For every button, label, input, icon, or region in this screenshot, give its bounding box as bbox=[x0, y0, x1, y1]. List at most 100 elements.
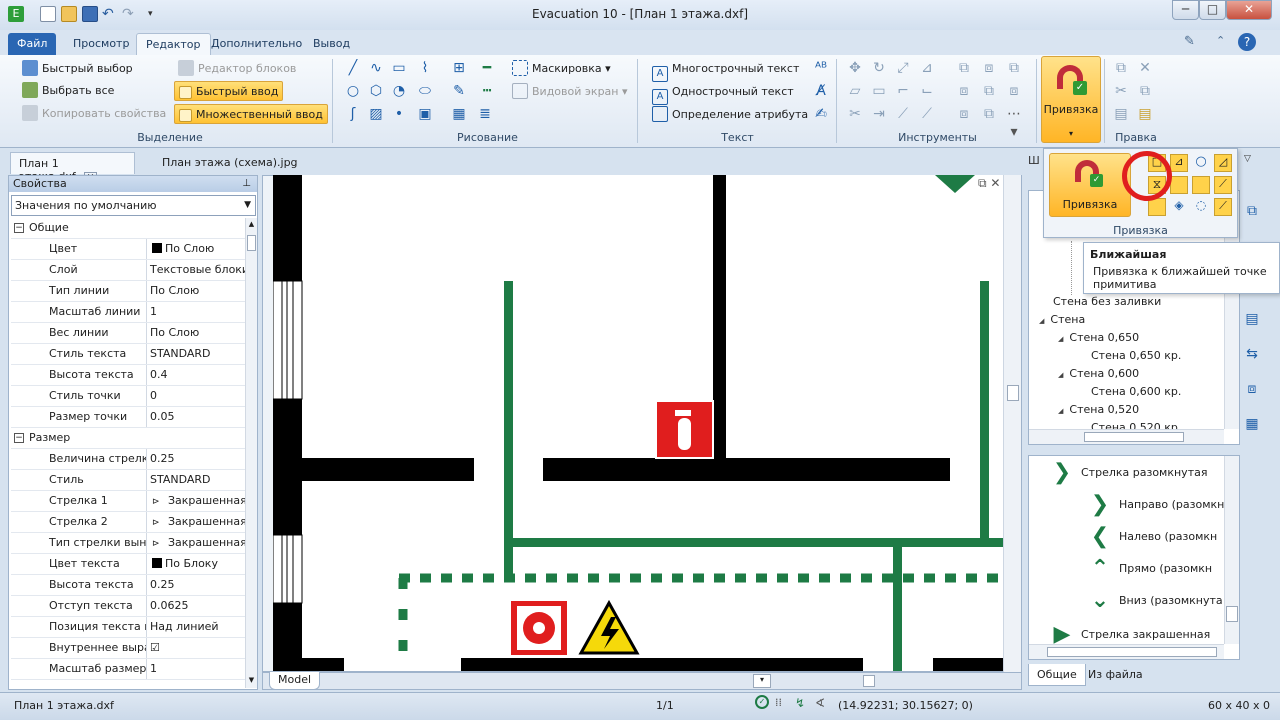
layer-item[interactable]: ◢ Стена 0,520 bbox=[1058, 403, 1139, 416]
snap-midpoint-icon[interactable]: ⊿ bbox=[1170, 154, 1188, 172]
block-item[interactable]: ❮ Налево (разомкн bbox=[1085, 524, 1217, 554]
polygon-tool-icon[interactable]: ⬡ bbox=[367, 82, 385, 100]
tab-output[interactable]: Вывод bbox=[304, 33, 359, 55]
snap-extension-icon[interactable] bbox=[1192, 176, 1210, 194]
property-row[interactable]: Тип линии По Слою bbox=[11, 281, 247, 302]
copy-tool-icon[interactable]: ⧉ bbox=[955, 59, 973, 77]
multi-input-button[interactable]: Множественный ввод bbox=[174, 104, 328, 124]
property-row[interactable]: Величина стрелки 0.25 bbox=[11, 449, 247, 470]
layers-hscrollbar[interactable] bbox=[1029, 429, 1224, 444]
viewport-button[interactable]: Видовой экран ▾ bbox=[512, 82, 628, 102]
paste-special-icon[interactable]: ⧉ bbox=[1136, 82, 1154, 100]
mirror-icon[interactable]: ⊿ bbox=[918, 59, 936, 77]
property-value[interactable]: ⊳ Закрашенная bbox=[148, 512, 247, 532]
layer-item[interactable]: ◢ Стена 0,650 bbox=[1058, 331, 1139, 344]
layout-list-button[interactable]: ▾ bbox=[753, 674, 771, 688]
line-style-icon[interactable]: ━ bbox=[478, 59, 496, 77]
property-value[interactable]: 0.05 bbox=[148, 407, 247, 427]
property-value[interactable]: ⊳ Закрашенная bbox=[148, 491, 247, 511]
dash-style-icon[interactable]: ┅ bbox=[478, 82, 496, 100]
explode-icon[interactable]: ⧈ bbox=[955, 82, 973, 100]
property-row[interactable]: Позиция текста поНад линией bbox=[11, 617, 247, 638]
property-value[interactable]: 0.0625 bbox=[148, 596, 247, 616]
blocks-vscrollbar[interactable] bbox=[1224, 456, 1239, 644]
circle-tool-icon[interactable]: ○ bbox=[344, 82, 362, 100]
property-row[interactable]: Масштаб линии 1 bbox=[11, 302, 247, 323]
align-icon[interactable]: ⟋ bbox=[918, 105, 936, 123]
snap-parallel-icon[interactable]: ⟋ bbox=[1214, 176, 1232, 194]
pen-tool-icon[interactable]: ✎ bbox=[450, 82, 468, 100]
property-row[interactable]: Тип стрелки выно ⊳ Закрашенная bbox=[11, 533, 247, 554]
point-tool-icon[interactable]: • bbox=[390, 105, 408, 123]
expand-icon[interactable]: ◢ bbox=[1058, 335, 1063, 343]
layer-item[interactable]: Стена 0,650 кр. bbox=[1091, 349, 1181, 362]
attribute-definition-button[interactable]: Определение атрибута bbox=[652, 105, 808, 125]
singleline-text-button[interactable]: A Однострочный текст bbox=[652, 82, 794, 105]
property-row[interactable]: Стрелка 1 ⊳ Закрашенная bbox=[11, 491, 247, 512]
expand-icon[interactable]: ◢ bbox=[1058, 407, 1063, 415]
property-row[interactable]: Отступ текста 0.0625 bbox=[11, 596, 247, 617]
snap-tangent-icon[interactable]: ◌ bbox=[1192, 198, 1210, 216]
tab-view[interactable]: Просмотр bbox=[64, 33, 138, 55]
property-value[interactable]: 0.25 bbox=[148, 449, 247, 469]
copy-icon[interactable]: ⧉ bbox=[1112, 59, 1130, 77]
layers-tool-icon[interactable]: ≣ bbox=[476, 105, 494, 123]
multiline-text-button[interactable]: A Многострочный текст bbox=[652, 59, 799, 82]
snap-status-icon[interactable]: ✓ bbox=[755, 695, 769, 709]
property-value[interactable]: ⊳ Закрашенная bbox=[148, 533, 247, 553]
scroll-thumb[interactable] bbox=[1047, 647, 1217, 657]
property-value[interactable]: STANDARD bbox=[148, 470, 247, 490]
scroll-thumb[interactable] bbox=[1084, 432, 1184, 442]
polar-status-icon[interactable]: ∢ bbox=[815, 696, 825, 710]
stretch-icon[interactable]: ▭ bbox=[870, 82, 888, 100]
doc-tab-plan-jpg[interactable]: План этажа (схема).jpg bbox=[154, 152, 306, 174]
scale-icon[interactable]: ⤢ bbox=[894, 59, 912, 77]
tab-editor[interactable]: Редактор bbox=[136, 33, 211, 55]
group-tool-icon[interactable]: ⧉ bbox=[1005, 59, 1023, 77]
polyline-tool-icon[interactable]: ⌇ bbox=[416, 59, 434, 77]
tab-file[interactable]: Файл bbox=[8, 33, 57, 55]
property-row[interactable]: Масштаб размера 1 bbox=[11, 659, 247, 680]
layer-isolate-icon[interactable]: ⧈ bbox=[1243, 380, 1261, 398]
block-item[interactable]: ⌃ Прямо (разомкн bbox=[1085, 556, 1212, 586]
property-value[interactable]: По Слою bbox=[148, 281, 247, 301]
block-item[interactable]: ⌄ Вниз (разомкнута bbox=[1085, 588, 1223, 618]
line-tool-icon[interactable]: ╱ bbox=[344, 59, 362, 77]
rotate-icon[interactable]: ↻ bbox=[870, 59, 888, 77]
floor-plan-drawing[interactable]: ⧉ ✕ bbox=[273, 175, 1003, 671]
curve-tool-icon[interactable]: ʃ bbox=[344, 105, 362, 123]
break-icon[interactable]: ⧈ bbox=[1005, 82, 1023, 100]
grid-status-icon[interactable]: ⁞⁞ bbox=[775, 696, 782, 709]
ellipse-tool-icon[interactable]: ⬭ bbox=[416, 82, 434, 100]
text-style-icon[interactable]: ᴬᴮ bbox=[812, 59, 830, 77]
ribbon-options-icon[interactable]: ✎ bbox=[1184, 34, 1204, 52]
property-value[interactable]: По Блоку bbox=[148, 554, 247, 574]
expand-icon[interactable]: ◢ bbox=[1058, 371, 1063, 379]
snap-center-icon[interactable]: ○ bbox=[1192, 154, 1210, 172]
measure-icon[interactable]: ⧉ bbox=[980, 105, 998, 123]
canvas-hscroll-thumb[interactable] bbox=[863, 675, 875, 687]
ortho-status-icon[interactable]: ↯ bbox=[795, 696, 805, 710]
property-value[interactable]: Текстовые блоки bbox=[148, 260, 247, 280]
snap-perpendicular-icon[interactable]: ⟋ bbox=[1214, 198, 1232, 216]
properties-scrollbar[interactable]: ▲ ▼ bbox=[245, 218, 257, 688]
layer-properties-icon[interactable]: ⧉ bbox=[1243, 202, 1261, 220]
delete-icon[interactable]: ✕ bbox=[1136, 59, 1154, 77]
masking-button[interactable]: Маскировка ▾ bbox=[512, 59, 611, 79]
select-all-button[interactable]: Выбрать все bbox=[22, 81, 114, 101]
table-tool-icon[interactable]: ▦ bbox=[450, 105, 468, 123]
rectangle-tool-icon[interactable]: ▭ bbox=[390, 59, 408, 77]
snap-quadrant-icon[interactable]: ◿ bbox=[1214, 154, 1232, 172]
more-tools-icon[interactable]: ⋯▾ bbox=[1005, 105, 1023, 140]
tab-from-file[interactable]: Из файла bbox=[1080, 664, 1151, 686]
join-icon[interactable]: ⧉ bbox=[980, 82, 998, 100]
offset-icon[interactable]: ▱ bbox=[846, 82, 864, 100]
scroll-thumb[interactable] bbox=[247, 235, 256, 251]
hatch-tool-icon[interactable]: ▨ bbox=[367, 105, 385, 123]
block-editor-button[interactable]: Редактор блоков bbox=[178, 59, 296, 79]
doc-tab-plan-dxf[interactable]: План 1 этажа.dxf✕ bbox=[10, 152, 135, 184]
fillet-icon[interactable]: ⌐ bbox=[894, 82, 912, 100]
tab-general[interactable]: Общие bbox=[1028, 664, 1086, 686]
array-icon[interactable]: ⧈ bbox=[980, 59, 998, 77]
property-row[interactable]: Стиль точки 0 bbox=[11, 386, 247, 407]
